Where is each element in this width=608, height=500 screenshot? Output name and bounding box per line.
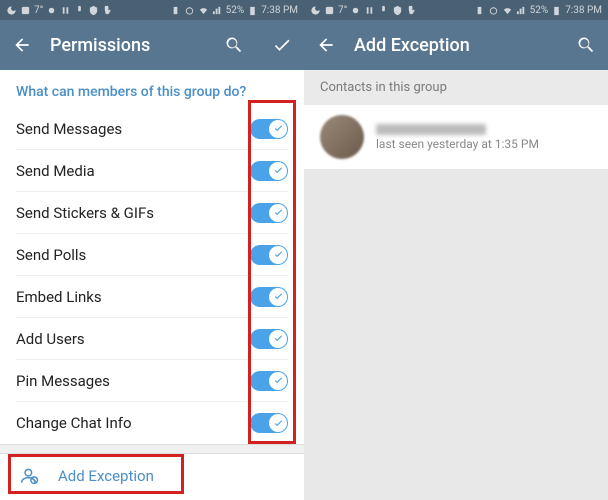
perm-label: Send Media xyxy=(16,162,95,180)
alarm-icon xyxy=(488,5,499,16)
status-bar: 7° 52% 7:38 PM xyxy=(304,0,608,20)
app-icon xyxy=(20,5,31,16)
battery-icon xyxy=(247,5,258,16)
mic-icon xyxy=(378,5,389,16)
pause-icon xyxy=(364,5,375,16)
cloud-icon xyxy=(46,5,57,16)
back-icon[interactable] xyxy=(12,35,32,55)
pause-icon xyxy=(60,5,71,16)
battery-pct: 52% xyxy=(226,5,245,16)
shield-icon xyxy=(88,5,99,16)
battery-pct: 52% xyxy=(530,5,549,16)
permissions-screen: 7° 52% 7:38 PM Permissions What can memb… xyxy=(0,0,304,500)
temp: 7° xyxy=(338,5,347,16)
perm-label: Pin Messages xyxy=(16,372,110,390)
cloud-icon xyxy=(350,5,361,16)
highlight-add-exception xyxy=(8,454,184,494)
contact-name-blurred xyxy=(376,124,486,135)
perm-label: Add Users xyxy=(16,330,85,348)
back-icon[interactable] xyxy=(316,35,336,55)
perm-label: Change Chat Info xyxy=(16,414,132,432)
clock: 7:38 PM xyxy=(261,5,298,16)
battery-icon xyxy=(551,5,562,16)
contact-row[interactable]: last seen yesterday at 1:35 PM xyxy=(304,105,608,169)
vibrate-icon xyxy=(474,5,485,16)
perm-label: Send Polls xyxy=(16,246,86,264)
perm-label: Send Stickers & GIFs xyxy=(16,204,154,222)
alarm-icon xyxy=(184,5,195,16)
vibrate-icon xyxy=(170,5,181,16)
app-bar: Add Exception xyxy=(304,20,608,70)
highlight-toggles xyxy=(248,100,296,444)
signal-icon xyxy=(516,5,527,16)
wifi-icon xyxy=(502,5,513,16)
group-header: Contacts in this group xyxy=(304,70,608,105)
perm-label: Embed Links xyxy=(16,288,102,306)
search-icon[interactable] xyxy=(576,35,596,55)
app-icon xyxy=(324,5,335,16)
status-bar: 7° 52% 7:38 PM xyxy=(0,0,304,20)
shield-icon xyxy=(392,5,403,16)
divider xyxy=(0,444,304,454)
signal-icon xyxy=(212,5,223,16)
search-icon[interactable] xyxy=(224,35,244,55)
perm-label: Send Messages xyxy=(16,120,122,138)
add-exception-screen: 7° 52% 7:38 PM Add Exception Contacts in… xyxy=(304,0,608,500)
page-title: Permissions xyxy=(50,35,206,56)
hand-icon xyxy=(102,5,113,16)
moon-icon xyxy=(6,5,17,16)
clock: 7:38 PM xyxy=(565,5,602,16)
exception-content: Contacts in this group last seen yesterd… xyxy=(304,70,608,500)
temp: 7° xyxy=(34,5,43,16)
confirm-icon[interactable] xyxy=(272,35,292,55)
mic-icon xyxy=(74,5,85,16)
moon-icon xyxy=(310,5,321,16)
page-title: Add Exception xyxy=(354,35,558,56)
wifi-icon xyxy=(198,5,209,16)
hand-icon xyxy=(406,5,417,16)
contact-status: last seen yesterday at 1:35 PM xyxy=(376,137,539,151)
app-bar: Permissions xyxy=(0,20,304,70)
avatar xyxy=(320,115,364,159)
